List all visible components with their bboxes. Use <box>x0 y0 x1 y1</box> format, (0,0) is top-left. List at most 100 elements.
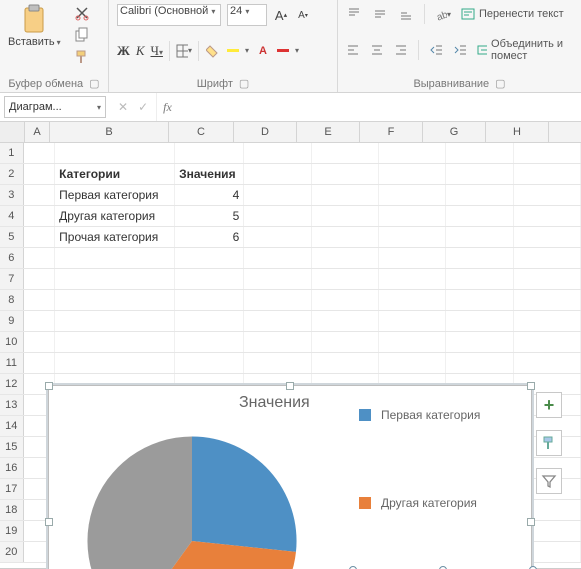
cell[interactable] <box>446 185 513 205</box>
cell[interactable] <box>379 206 446 226</box>
cell[interactable] <box>379 332 446 352</box>
cell[interactable] <box>24 290 56 310</box>
cell[interactable] <box>514 143 581 163</box>
row-header[interactable]: 19 <box>0 521 24 541</box>
align-middle-button[interactable] <box>372 6 388 22</box>
col-header[interactable]: D <box>234 122 297 142</box>
cell[interactable] <box>446 248 513 268</box>
col-header[interactable]: C <box>169 122 234 142</box>
cell[interactable] <box>446 290 513 310</box>
chart-filters-button[interactable] <box>536 468 562 494</box>
row-header[interactable]: 2 <box>0 164 24 184</box>
cell[interactable] <box>379 269 446 289</box>
resize-handle[interactable] <box>45 518 53 526</box>
cell[interactable] <box>24 248 56 268</box>
cell[interactable] <box>312 164 379 184</box>
dialog-launcher-icon[interactable]: ▢ <box>239 77 249 90</box>
cell[interactable] <box>24 206 56 226</box>
resize-handle[interactable] <box>527 382 535 390</box>
cell[interactable] <box>55 143 175 163</box>
cell[interactable] <box>379 353 446 373</box>
cell[interactable] <box>312 332 379 352</box>
cell[interactable] <box>446 143 513 163</box>
merge-cells-button[interactable]: Объединить и помест <box>477 38 573 62</box>
cell[interactable] <box>312 227 379 247</box>
row-header[interactable]: 10 <box>0 332 24 352</box>
cell[interactable] <box>446 164 513 184</box>
row-header[interactable]: 15 <box>0 437 24 457</box>
cell[interactable] <box>312 353 379 373</box>
align-right-button[interactable] <box>394 42 408 58</box>
cell[interactable] <box>312 143 379 163</box>
cell[interactable]: 5 <box>175 206 244 226</box>
cell[interactable]: Прочая категория <box>55 227 175 247</box>
cell[interactable] <box>55 290 175 310</box>
cell[interactable] <box>244 332 311 352</box>
cell[interactable] <box>244 227 311 247</box>
cell[interactable] <box>175 143 244 163</box>
cell[interactable] <box>514 269 581 289</box>
cell[interactable]: Первая категория <box>55 185 175 205</box>
cell[interactable] <box>24 227 56 247</box>
col-header[interactable]: B <box>50 122 169 142</box>
formula-input[interactable] <box>178 93 581 121</box>
chart-styles-button[interactable] <box>536 430 562 456</box>
row-header[interactable]: 5 <box>0 227 24 247</box>
underline-button[interactable]: Ч▾ <box>151 43 163 59</box>
cell[interactable] <box>24 164 56 184</box>
cell[interactable] <box>379 311 446 331</box>
cell[interactable] <box>446 206 513 226</box>
borders-button[interactable]: ▾ <box>176 43 192 59</box>
row-header[interactable]: 9 <box>0 311 24 331</box>
row-header[interactable]: 13 <box>0 395 24 415</box>
copy-button[interactable] <box>73 26 91 44</box>
chart-object[interactable]: Значения Первая категория Другая категор… <box>48 385 532 569</box>
col-header[interactable]: G <box>423 122 486 142</box>
cell[interactable] <box>55 332 175 352</box>
chart-elements-button[interactable]: + <box>536 392 562 418</box>
align-center-button[interactable] <box>370 42 384 58</box>
cell[interactable]: Значения <box>175 164 244 184</box>
fill-color-button[interactable] <box>205 43 221 59</box>
font-color-button[interactable]: A <box>255 43 271 59</box>
cell[interactable] <box>312 290 379 310</box>
cut-button[interactable] <box>73 4 91 22</box>
increase-indent-button[interactable] <box>453 42 467 58</box>
cell[interactable] <box>379 227 446 247</box>
cell[interactable] <box>379 143 446 163</box>
cell[interactable] <box>55 269 175 289</box>
row-header[interactable]: 12 <box>0 374 24 394</box>
row-header[interactable]: 17 <box>0 479 24 499</box>
cell[interactable] <box>312 269 379 289</box>
cell[interactable] <box>379 164 446 184</box>
cell[interactable] <box>55 311 175 331</box>
chart-title[interactable]: Значения <box>239 394 310 412</box>
shrink-font-button[interactable]: A▾ <box>295 7 311 23</box>
row-header[interactable]: 11 <box>0 353 24 373</box>
cell[interactable] <box>244 269 311 289</box>
pie-slice-3[interactable] <box>87 436 192 569</box>
col-header[interactable]: E <box>297 122 360 142</box>
fx-icon[interactable]: fx <box>157 93 178 121</box>
cell[interactable] <box>379 248 446 268</box>
cell[interactable] <box>24 332 56 352</box>
cell[interactable]: Категории <box>55 164 175 184</box>
row-header[interactable]: 18 <box>0 500 24 520</box>
cell[interactable] <box>24 185 56 205</box>
cell[interactable] <box>175 290 244 310</box>
cell[interactable] <box>55 353 175 373</box>
cell[interactable] <box>244 248 311 268</box>
dialog-launcher-icon[interactable]: ▢ <box>89 77 99 90</box>
enter-formula-button[interactable]: ✓ <box>138 100 148 114</box>
cell[interactable] <box>379 185 446 205</box>
cell[interactable] <box>312 248 379 268</box>
cell[interactable] <box>175 248 244 268</box>
cell[interactable] <box>312 311 379 331</box>
cell[interactable] <box>175 332 244 352</box>
row-header[interactable]: 6 <box>0 248 24 268</box>
paste-button[interactable]: Вставить▾ <box>8 4 61 48</box>
cell[interactable] <box>514 206 581 226</box>
cancel-formula-button[interactable]: ✕ <box>118 100 128 114</box>
row-header[interactable]: 20 <box>0 542 24 562</box>
row-header[interactable]: 16 <box>0 458 24 478</box>
